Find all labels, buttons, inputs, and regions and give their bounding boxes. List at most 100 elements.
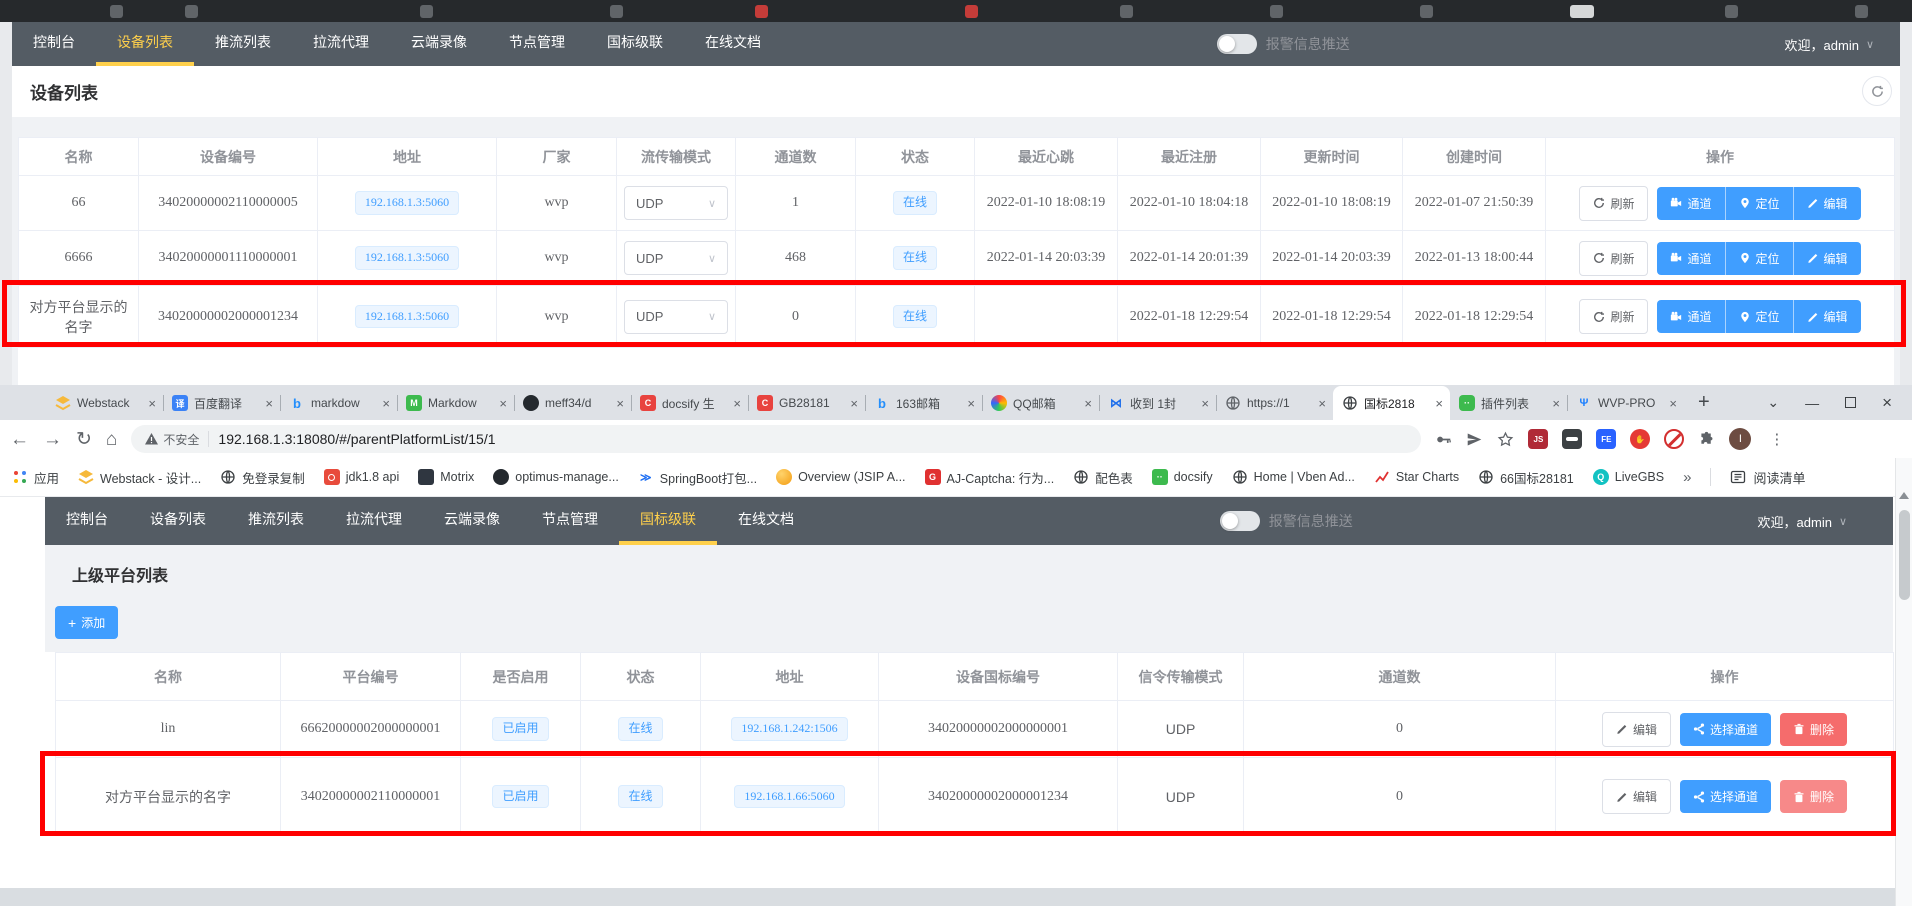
browser-tab[interactable]: b163邮箱×: [865, 386, 982, 420]
nav-item-push-list[interactable]: 推流列表: [194, 22, 292, 66]
delete-platform-button[interactable]: 删除: [1780, 713, 1847, 746]
browser-tab[interactable]: meff34/d×: [514, 386, 631, 420]
bookmark-apps[interactable]: 应用: [12, 468, 59, 487]
browser-menu-icon[interactable]: ⋮: [1765, 430, 1788, 448]
bookmark[interactable]: GAJ-Captcha: 行为...: [925, 468, 1055, 487]
close-icon[interactable]: ×: [850, 396, 858, 411]
browser-tab[interactable]: QQ邮箱×: [982, 386, 1099, 420]
browser-tab[interactable]: MMarkdow×: [397, 386, 514, 420]
browser-tab-active[interactable]: 国标2818×: [1333, 386, 1450, 420]
edit-button[interactable]: 编辑: [1793, 300, 1861, 333]
nav-item-pull-proxy[interactable]: 拉流代理: [292, 22, 390, 66]
browser-tab[interactable]: ··插件列表×: [1450, 386, 1567, 420]
select-channels-button[interactable]: 选择通道: [1680, 713, 1771, 746]
browser-tab[interactable]: bmarkdow×: [280, 386, 397, 420]
bookmark[interactable]: Star Charts: [1374, 469, 1459, 485]
nav-item-push-list[interactable]: 推流列表: [227, 497, 325, 545]
edit-button[interactable]: 编辑: [1793, 187, 1861, 220]
scrollbar-thumb[interactable]: [1899, 510, 1910, 600]
close-window-button[interactable]: ×: [1882, 393, 1892, 413]
transport-select[interactable]: UDP∨: [624, 186, 728, 220]
edit-platform-button[interactable]: 编辑: [1602, 779, 1671, 814]
nav-item-console[interactable]: 控制台: [12, 22, 96, 66]
browser-tab[interactable]: ΨWVP-PRO×: [1567, 386, 1684, 420]
bookmark[interactable]: Home | Vben Ad...: [1232, 469, 1355, 485]
channels-button[interactable]: 通道: [1657, 300, 1724, 333]
browser-tab[interactable]: 译百度翻译×: [163, 386, 280, 420]
channels-button[interactable]: 通道: [1657, 187, 1724, 220]
refresh-device-button[interactable]: 刷新: [1579, 186, 1648, 221]
scroll-up-arrow-icon[interactable]: [1899, 492, 1909, 499]
edit-button[interactable]: 编辑: [1793, 242, 1861, 275]
profile-avatar[interactable]: I: [1729, 428, 1751, 450]
bookmark[interactable]: optimus-manage...: [493, 469, 619, 485]
incognito-spy-extension-icon[interactable]: [1562, 429, 1582, 449]
bookmarks-overflow-icon[interactable]: »: [1683, 469, 1691, 486]
blocker-extension-icon[interactable]: [1664, 429, 1684, 449]
address-link[interactable]: 192.168.1.3:5060: [355, 305, 459, 328]
close-icon[interactable]: ×: [1318, 396, 1326, 411]
new-tab-button[interactable]: +: [1684, 391, 1724, 414]
close-icon[interactable]: ×: [499, 396, 507, 411]
address-link[interactable]: 192.168.1.242:1506: [731, 717, 847, 740]
extensions-puzzle-icon[interactable]: [1698, 431, 1715, 448]
browser-tab[interactable]: ⋈收到 1封×: [1099, 386, 1216, 420]
close-icon[interactable]: ×: [1201, 396, 1209, 411]
locate-button[interactable]: 定位: [1725, 242, 1793, 275]
nav-item-console[interactable]: 控制台: [45, 497, 129, 545]
close-icon[interactable]: ×: [733, 396, 741, 411]
locate-button[interactable]: 定位: [1725, 300, 1793, 333]
nav-item-gb-cascade[interactable]: 国标级联: [619, 497, 717, 545]
maximize-button[interactable]: [1845, 397, 1856, 408]
tab-search-chevron-icon[interactable]: ⌄: [1767, 394, 1779, 411]
send-icon[interactable]: [1466, 431, 1483, 448]
browser-tab[interactable]: https://1×: [1216, 386, 1333, 420]
transport-select[interactable]: UDP∨: [624, 300, 728, 334]
bookmark[interactable]: 66国标28181: [1478, 468, 1574, 487]
refresh-device-button[interactable]: 刷新: [1579, 241, 1648, 276]
bookmark[interactable]: jdk1.8 api: [324, 469, 400, 485]
delete-platform-button[interactable]: 删除: [1780, 780, 1847, 813]
reading-list-button[interactable]: 阅读清单: [1730, 468, 1805, 487]
back-button[interactable]: ←: [10, 430, 29, 449]
add-platform-button[interactable]: +添加: [55, 606, 118, 639]
bookmark[interactable]: Motrix: [418, 469, 474, 485]
address-link[interactable]: 192.168.1.3:5060: [355, 191, 459, 214]
close-icon[interactable]: ×: [265, 396, 273, 411]
bookmark[interactable]: QLiveGBS: [1593, 469, 1664, 485]
minimize-button[interactable]: —: [1805, 395, 1819, 411]
close-icon[interactable]: ×: [1552, 396, 1560, 411]
bookmark[interactable]: ··docsify: [1152, 469, 1213, 485]
transport-select[interactable]: UDP∨: [624, 241, 728, 275]
browser-tab[interactable]: CGB28181×: [748, 386, 865, 420]
bookmark-star-icon[interactable]: [1497, 431, 1514, 448]
home-button[interactable]: ⌂: [106, 430, 117, 449]
js-extension-icon[interactable]: JS: [1528, 429, 1548, 449]
nav-item-cloud-record[interactable]: 云端录像: [390, 22, 488, 66]
close-icon[interactable]: ×: [967, 396, 975, 411]
nav-item-gb-cascade[interactable]: 国标级联: [586, 22, 684, 66]
close-icon[interactable]: ×: [1669, 396, 1677, 411]
close-icon[interactable]: ×: [616, 396, 624, 411]
fe-extension-icon[interactable]: FE: [1596, 429, 1616, 449]
locate-button[interactable]: 定位: [1725, 187, 1793, 220]
nav-item-device-list[interactable]: 设备列表: [129, 497, 227, 545]
bookmark[interactable]: Webstack - 设计...: [78, 468, 201, 487]
select-channels-button[interactable]: 选择通道: [1680, 780, 1771, 813]
channels-button[interactable]: 通道: [1657, 242, 1724, 275]
bookmark[interactable]: ≫SpringBoot打包...: [638, 468, 757, 487]
close-icon[interactable]: ×: [148, 396, 156, 411]
alarm-push-switch[interactable]: [1217, 34, 1257, 54]
password-key-icon[interactable]: [1435, 431, 1452, 448]
reload-button[interactable]: ↻: [76, 430, 92, 449]
browser-tab[interactable]: Webstack×: [46, 386, 163, 420]
nav-item-device-list[interactable]: 设备列表: [96, 22, 194, 66]
alarm-push-switch[interactable]: [1220, 511, 1260, 531]
edit-platform-button[interactable]: 编辑: [1602, 712, 1671, 747]
browser-tab[interactable]: Cdocsify 生×: [631, 386, 748, 420]
adblock-hand-extension-icon[interactable]: ✋: [1630, 429, 1650, 449]
address-link[interactable]: 192.168.1.3:5060: [355, 246, 459, 269]
nav-item-pull-proxy[interactable]: 拉流代理: [325, 497, 423, 545]
security-indicator[interactable]: 不安全: [145, 431, 199, 448]
forward-button[interactable]: →: [43, 430, 62, 449]
